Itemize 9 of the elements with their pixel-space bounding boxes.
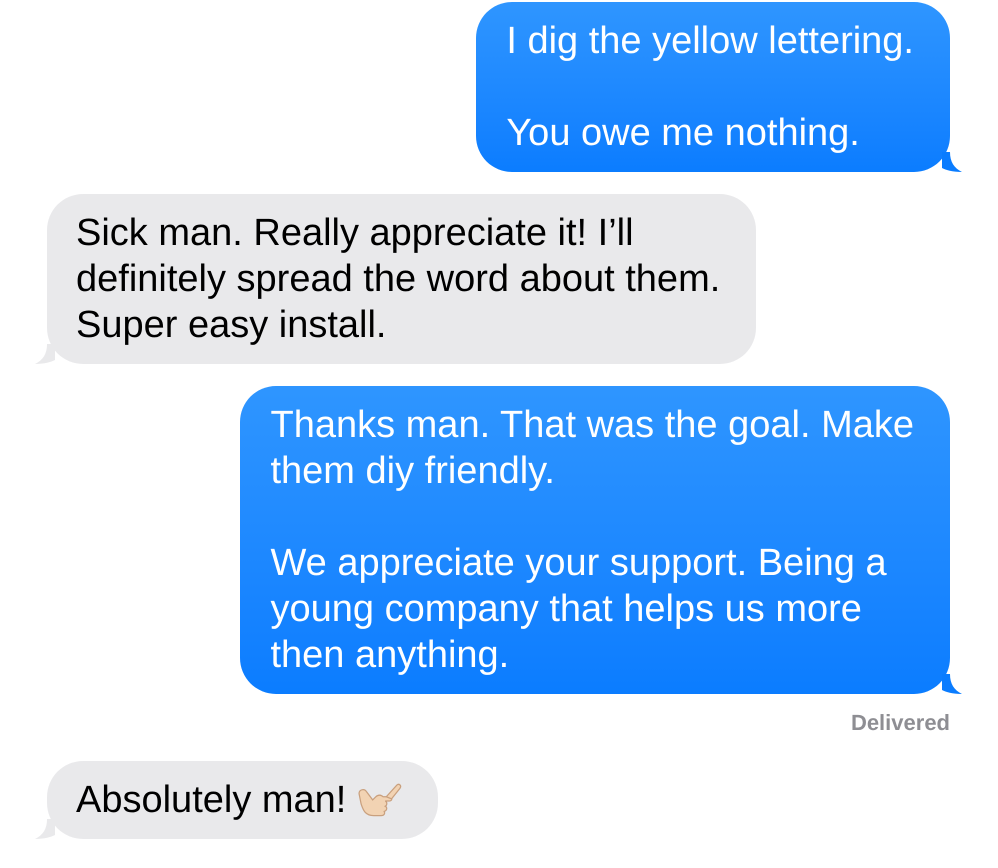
delivery-status: Delivered (850, 709, 950, 737)
message-text: We appreciate your support. Being a young company that helps us more then anything. (270, 541, 888, 678)
message-text: Sick man. Really appreciate it! I’ll definitely spread the word about them. Super easy install. (76, 211, 720, 348)
message-text: You owe me nothing. (506, 111, 861, 156)
message-text: Absolutely man! (76, 777, 402, 823)
message-text: I dig the yellow lettering. (506, 19, 914, 64)
message-text: Thanks man. That was the goal. Make them diy friendly. (270, 403, 914, 494)
bubble-tail (942, 152, 962, 172)
bubble-tail (942, 674, 962, 694)
